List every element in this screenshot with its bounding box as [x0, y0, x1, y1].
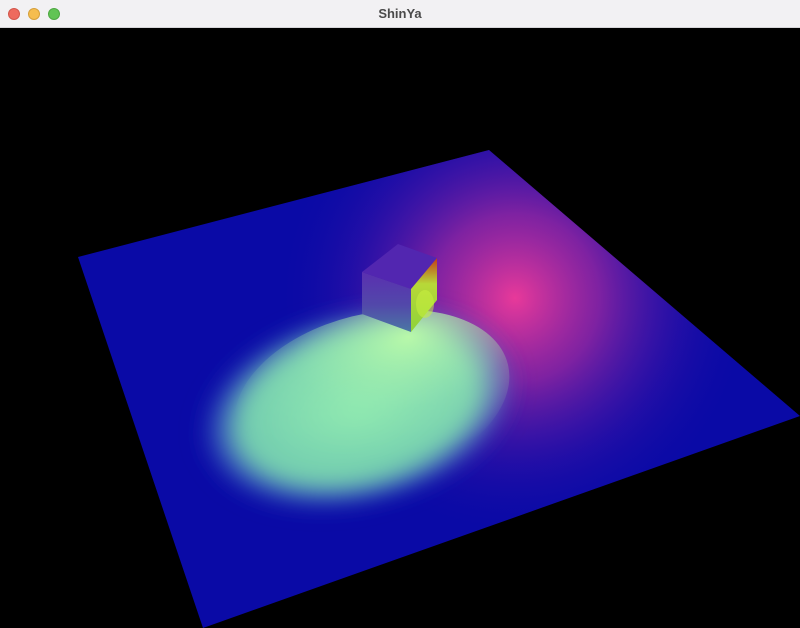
floor-lighting	[195, 150, 785, 528]
window-title: ShinYa	[378, 6, 422, 21]
title-bar[interactable]: ShinYa	[0, 0, 800, 28]
scene-canvas	[78, 150, 800, 628]
cube-side-highlight	[416, 290, 434, 318]
app-window: ShinYa	[0, 0, 800, 628]
render-viewport[interactable]	[0, 28, 800, 628]
